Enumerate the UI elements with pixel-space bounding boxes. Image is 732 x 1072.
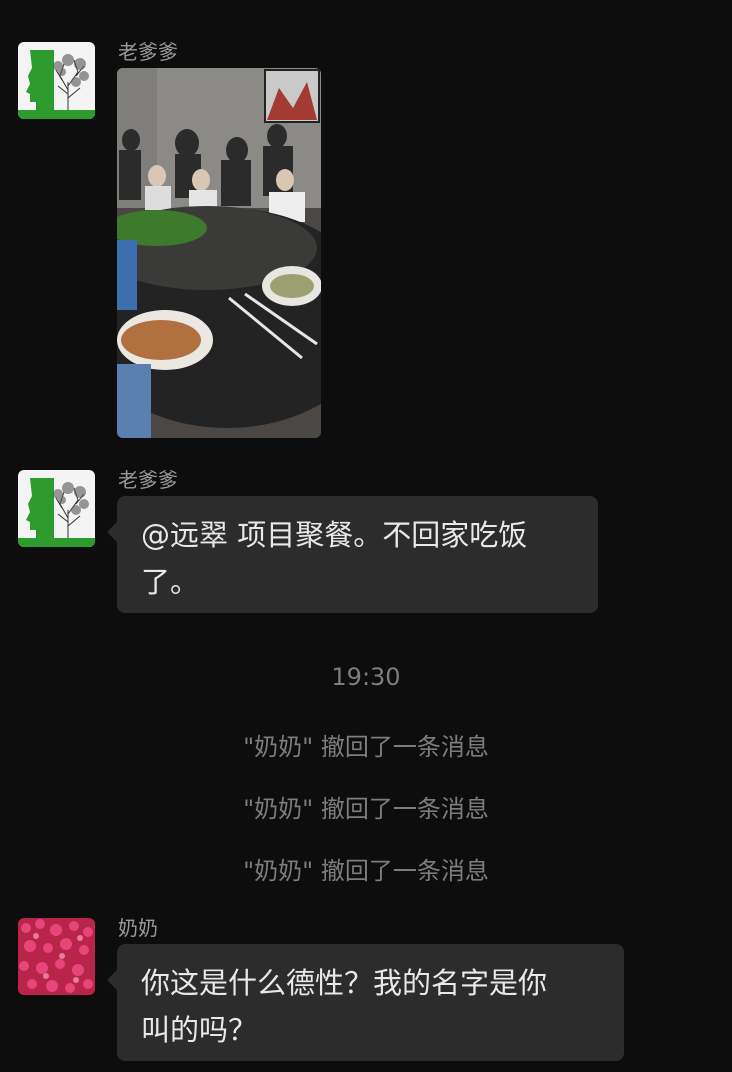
recall-notice-3: "奶奶" 撤回了一条消息 xyxy=(243,857,489,885)
sender-name: 老爹爹 xyxy=(118,40,178,64)
bubble-line-1: @远翠 项目聚餐。不回家吃饭 xyxy=(141,518,528,552)
face-tree-avatar-icon xyxy=(18,42,95,119)
recall-notice-1: "奶奶" 撤回了一条消息 xyxy=(243,733,489,761)
avatar-nainai[interactable] xyxy=(18,918,95,995)
timestamp: 19:30 xyxy=(331,663,401,691)
face-tree-avatar-icon xyxy=(18,470,95,547)
text-bubble[interactable]: @远翠 项目聚餐。不回家吃饭 了。 xyxy=(107,496,598,613)
bubble-line-2: 了。 xyxy=(141,565,200,599)
sender-name: 奶奶 xyxy=(118,916,158,940)
tulip-field-avatar-icon xyxy=(18,918,95,995)
sender-name: 老爹爹 xyxy=(118,468,178,492)
avatar-laodiedie-2[interactable] xyxy=(18,470,95,547)
dinner-photo-message[interactable] xyxy=(117,68,321,438)
recall-notice-2: "奶奶" 撤回了一条消息 xyxy=(243,795,489,823)
bubble-line-1: 你这是什么德性？我的名字是你 xyxy=(141,966,548,1000)
dinner-table-photo-image xyxy=(117,68,321,438)
bubble-line-2: 叫的吗？ xyxy=(141,1013,258,1047)
text-bubble[interactable]: 你这是什么德性？我的名字是你 叫的吗？ xyxy=(107,944,624,1061)
avatar-laodiedie-1[interactable] xyxy=(18,42,95,119)
